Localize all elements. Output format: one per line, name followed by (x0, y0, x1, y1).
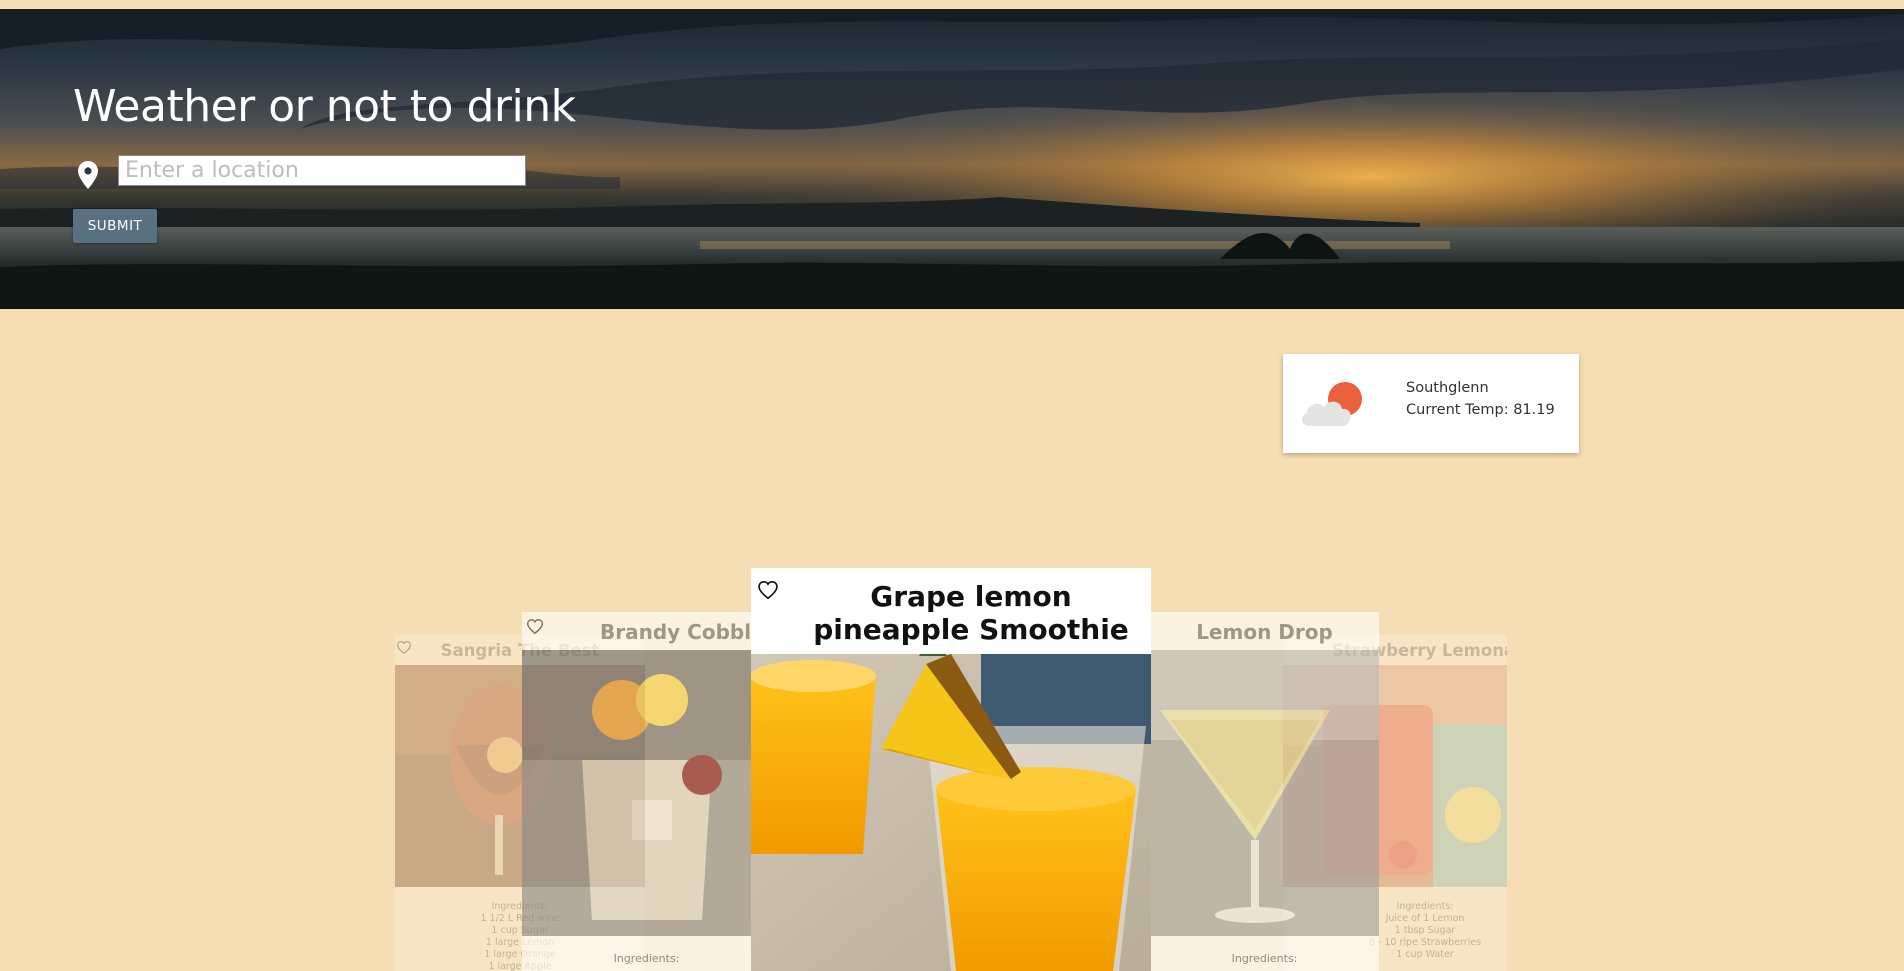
weather-city: Southglenn (1406, 380, 1489, 396)
drink-image (522, 650, 751, 936)
drink-card-active[interactable]: Grape lemon pineapple Smoothie (751, 568, 1151, 971)
submit-button[interactable]: SUBMIT (73, 209, 157, 243)
drink-card-header: Grape lemon pineapple Smoothie (751, 568, 1151, 654)
drink-card[interactable]: Brandy Cobbler Ingredients: (522, 612, 751, 971)
drink-card-header: Brandy Cobbler (522, 612, 751, 650)
heart-icon[interactable] (527, 619, 543, 634)
drink-card[interactable]: Lemon Drop Ingredients: (1150, 612, 1379, 971)
drink-image (1150, 650, 1379, 936)
page-title: Weather or not to drink (73, 81, 576, 132)
partly-cloudy-sun-icon (1301, 382, 1362, 426)
drink-title: Grape lemon pineapple Smoothie (813, 580, 1129, 646)
location-pin-icon (78, 161, 98, 189)
weather-current-temp: Current Temp: 81.19 (1406, 402, 1555, 418)
weather-card: Southglenn Current Temp: 81.19 (1283, 354, 1579, 453)
drink-title: Brandy Cobbler (600, 620, 751, 644)
drink-image (751, 654, 1151, 971)
drink-card-header: Lemon Drop (1150, 612, 1379, 650)
drink-title: Lemon Drop (1196, 620, 1333, 644)
drink-ingredients: Ingredients: (1150, 952, 1379, 966)
heart-icon[interactable] (758, 581, 778, 599)
ingredients-label: Ingredients: (613, 952, 680, 965)
ingredients-label: Ingredients: (1231, 952, 1298, 965)
hero-banner: Weather or not to drink SUBMIT (0, 9, 1904, 309)
location-input[interactable] (118, 155, 526, 186)
drink-ingredients: Ingredients: (522, 952, 751, 966)
